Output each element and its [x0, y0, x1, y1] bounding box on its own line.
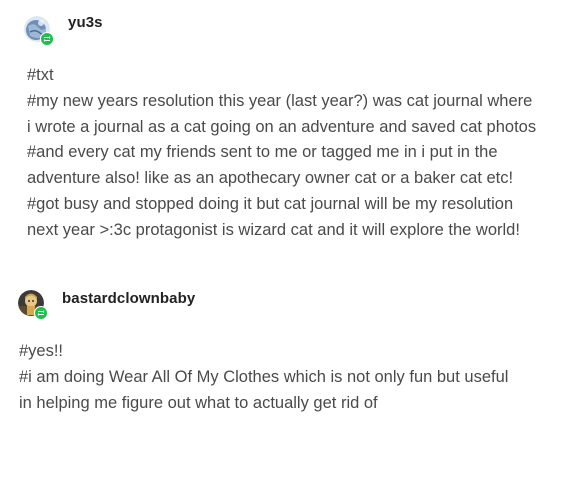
post-line[interactable]: #yes!! [19, 339, 508, 365]
reblog-icon [40, 32, 54, 46]
username[interactable]: yu3s [68, 14, 103, 31]
post-line[interactable]: #my new years resolution this year (last… [27, 89, 536, 115]
username[interactable]: bastardclownbaby [62, 290, 195, 307]
avatar[interactable] [24, 16, 54, 46]
post-line[interactable]: #i am doing Wear All Of My Clothes which… [19, 365, 508, 391]
post-body: #yes!! #i am doing Wear All Of My Clothe… [19, 339, 508, 416]
post-line[interactable]: #txt [27, 63, 536, 89]
post-line: i wrote a journal as a cat going on an a… [27, 117, 537, 136]
post-body: #txt #my new years resolution this year … [27, 63, 536, 244]
reblog-icon [34, 306, 48, 320]
post-line[interactable]: #and every cat my friends sent to me or … [27, 140, 536, 166]
post-line: adventure also! like as an apothecary ow… [27, 169, 514, 188]
post-line: next year >:3c protagonist is wizard cat… [27, 220, 520, 239]
post-line: in helping me figure out what to actuall… [19, 393, 378, 412]
avatar[interactable] [18, 290, 48, 320]
post-line[interactable]: #got busy and stopped doing it but cat j… [27, 192, 536, 218]
